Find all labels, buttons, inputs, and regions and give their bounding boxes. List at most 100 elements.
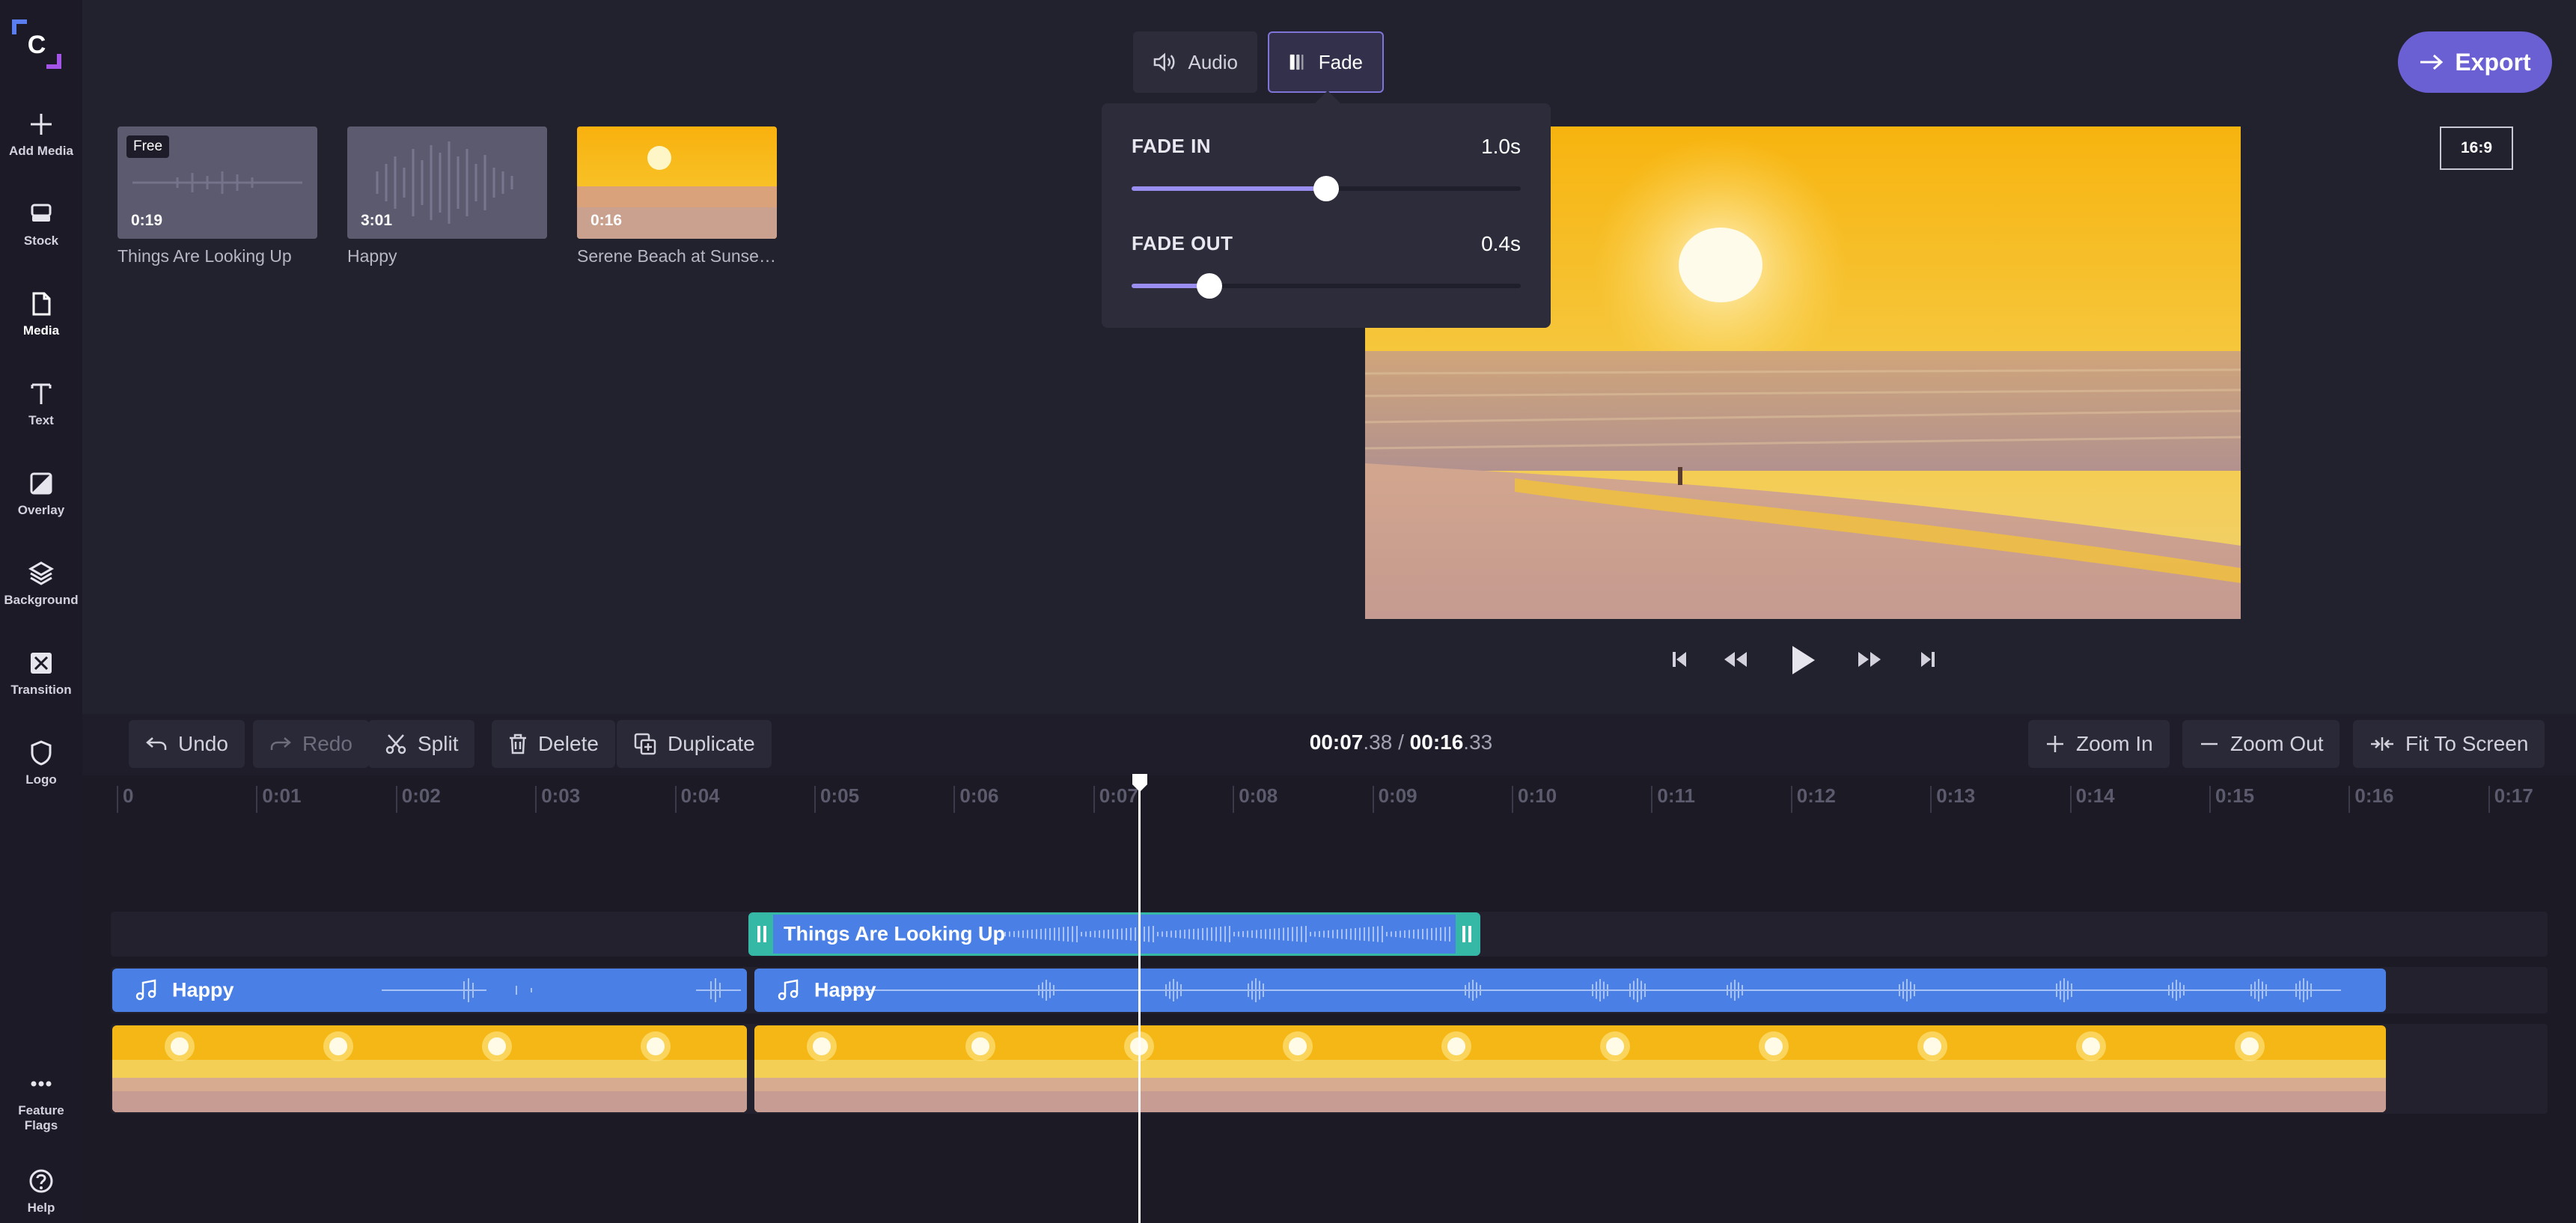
fade-in-slider[interactable] bbox=[1132, 176, 1521, 201]
sidebar-item-label: Transition bbox=[10, 683, 72, 697]
arrow-right-icon bbox=[2420, 54, 2444, 70]
split-button[interactable]: Split bbox=[368, 720, 475, 768]
redo-label: Redo bbox=[302, 732, 352, 755]
ruler-tick bbox=[814, 786, 816, 813]
ruler-label: 0:15 bbox=[2215, 784, 2255, 807]
rewind-icon[interactable] bbox=[1722, 648, 1749, 671]
sidebar-item-stock[interactable]: Stock bbox=[0, 199, 82, 248]
undo-icon bbox=[146, 737, 167, 750]
media-item[interactable]: Free 0:19 Things Are Looking Up bbox=[117, 126, 317, 266]
delete-button[interactable]: Delete bbox=[492, 720, 615, 768]
fit-to-screen-label: Fit To Screen bbox=[2405, 732, 2529, 755]
media-thumbnail[interactable]: Free 0:19 bbox=[117, 126, 317, 239]
tab-audio[interactable]: Audio bbox=[1133, 31, 1257, 93]
zoom-in-label: Zoom In bbox=[2076, 732, 2153, 755]
duplicate-button[interactable]: Duplicate bbox=[617, 720, 772, 768]
redo-button[interactable]: Redo bbox=[253, 720, 369, 768]
skip-to-end-icon[interactable] bbox=[1919, 648, 1937, 671]
export-label: Export bbox=[2455, 48, 2531, 76]
duplicate-label: Duplicate bbox=[668, 732, 755, 755]
media-title: Serene Beach at Sunset ... bbox=[577, 246, 777, 266]
ruler-label: 0:06 bbox=[959, 784, 999, 807]
sidebar-item-overlay[interactable]: Overlay bbox=[0, 469, 82, 518]
delete-label: Delete bbox=[538, 732, 599, 755]
ruler-label: 0:01 bbox=[262, 784, 302, 807]
video-clip[interactable] bbox=[112, 1025, 747, 1112]
ruler-label: 0:04 bbox=[680, 784, 720, 807]
clip-trim-handle-right[interactable] bbox=[1456, 915, 1478, 954]
fade-in-slider-fill bbox=[1132, 186, 1326, 191]
ruler-tick bbox=[256, 786, 258, 813]
ruler-tick bbox=[2069, 786, 2072, 813]
fast-forward-icon[interactable] bbox=[1856, 648, 1883, 671]
sidebar-item-help[interactable]: Help bbox=[0, 1166, 82, 1216]
redo-icon bbox=[270, 737, 291, 750]
svg-text:C: C bbox=[28, 31, 46, 59]
playhead-handle-icon[interactable] bbox=[1130, 772, 1150, 793]
fit-to-screen-button[interactable]: Fit To Screen bbox=[2353, 720, 2545, 768]
sidebar-item-add-media[interactable]: Add Media bbox=[0, 109, 82, 159]
video-clip[interactable] bbox=[754, 1025, 2386, 1112]
free-badge: Free bbox=[126, 135, 170, 158]
clip-label: Happy bbox=[814, 978, 876, 1001]
ruler-label: 0:11 bbox=[1657, 784, 1695, 807]
more-icon bbox=[31, 1081, 52, 1087]
scissors-icon bbox=[385, 734, 406, 754]
tab-fade-label: Fade bbox=[1318, 50, 1363, 73]
playhead[interactable] bbox=[1138, 777, 1141, 1223]
aspect-ratio-button[interactable]: 16:9 bbox=[2440, 126, 2513, 170]
sidebar-item-label: Help bbox=[27, 1201, 55, 1215]
media-thumbnail[interactable]: 3:01 bbox=[347, 126, 547, 239]
overlay-icon bbox=[30, 472, 52, 495]
sidebar-item-background[interactable]: Background bbox=[0, 558, 82, 608]
sidebar-item-label: Media bbox=[22, 323, 60, 338]
fade-out-slider-thumb[interactable] bbox=[1197, 273, 1222, 299]
audio-clip[interactable]: Happy bbox=[112, 969, 747, 1012]
ruler-label: 0:05 bbox=[820, 784, 860, 807]
ruler-label: 0:13 bbox=[1936, 784, 1976, 807]
fade-in-slider-thumb[interactable] bbox=[1313, 176, 1339, 201]
total-time-fraction: .33 bbox=[1463, 731, 1493, 754]
media-thumbnail[interactable]: 0:16 bbox=[577, 126, 777, 239]
ruler-tick bbox=[1790, 786, 1792, 813]
export-button[interactable]: Export bbox=[2398, 31, 2552, 93]
fade-in-label: FADE IN bbox=[1132, 135, 1212, 157]
sidebar-item-transition[interactable]: Transition bbox=[0, 648, 82, 698]
ruler-tick bbox=[2488, 786, 2490, 813]
media-item[interactable]: 3:01 Happy bbox=[347, 126, 547, 266]
duplicate-icon bbox=[634, 733, 656, 755]
clip-label: Things Are Looking Up bbox=[784, 922, 1005, 945]
ruler-label: 0:03 bbox=[541, 784, 581, 807]
ruler-tick bbox=[1651, 786, 1653, 813]
sidebar-item-text[interactable]: Text bbox=[0, 379, 82, 428]
fade-out-slider[interactable] bbox=[1132, 273, 1521, 299]
sidebar-item-label: Text bbox=[28, 413, 54, 427]
filmstrip-image bbox=[112, 1025, 747, 1112]
zoom-out-button[interactable]: Zoom Out bbox=[2182, 720, 2340, 768]
ruler-tick bbox=[674, 786, 677, 813]
fade-out-label: FADE OUT bbox=[1132, 232, 1233, 254]
media-duration: 0:19 bbox=[131, 212, 163, 229]
ruler-tick bbox=[2209, 786, 2211, 813]
timeline-toolbar: Undo Redo Split Delete Duplicate 00:07.3… bbox=[82, 714, 2576, 775]
media-item[interactable]: 0:16 Serene Beach at Sunset ... bbox=[577, 126, 777, 266]
skip-to-start-icon[interactable] bbox=[1670, 648, 1688, 671]
clipchamp-logo[interactable]: C bbox=[9, 16, 64, 72]
sidebar-item-label: Add Media bbox=[9, 144, 73, 158]
sidebar-item-feature-flags[interactable]: Feature Flags bbox=[0, 1069, 82, 1133]
tab-fade[interactable]: Fade bbox=[1268, 31, 1384, 93]
fade-out-value: 0.4s bbox=[1481, 232, 1521, 255]
music-clip[interactable]: Things Are Looking Up bbox=[748, 912, 1480, 956]
play-icon[interactable] bbox=[1788, 644, 1818, 677]
audio-clip[interactable]: Happy bbox=[754, 969, 2386, 1012]
ruler-tick bbox=[1512, 786, 1513, 813]
waveform-icon bbox=[844, 978, 2341, 1002]
sidebar-item-media[interactable]: Media bbox=[0, 289, 82, 338]
zoom-in-button[interactable]: Zoom In bbox=[2028, 720, 2170, 768]
undo-button[interactable]: Undo bbox=[129, 720, 245, 768]
text-icon bbox=[31, 383, 52, 404]
speaker-icon bbox=[1153, 52, 1175, 72]
timeline[interactable]: 0 0:01 0:02 0:03 0:04 0:05 0:06 0:07 0:08 0:09 0:1… bbox=[82, 775, 2576, 1223]
minus-icon bbox=[2201, 742, 2218, 745]
sidebar-item-logo[interactable]: Logo bbox=[0, 738, 82, 787]
